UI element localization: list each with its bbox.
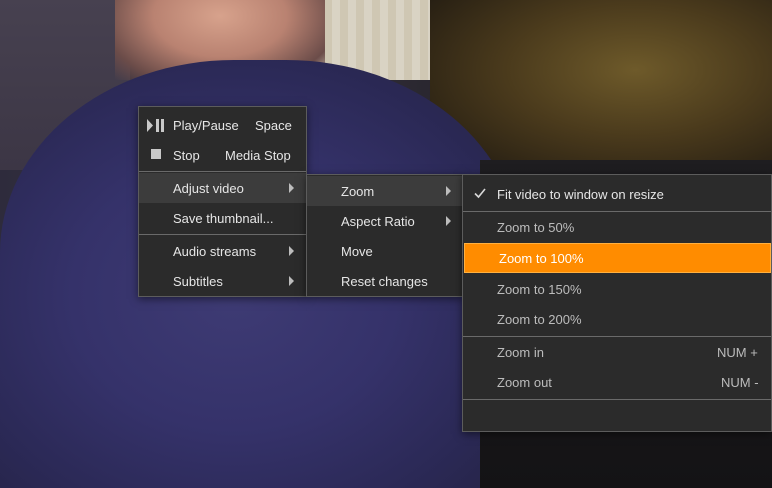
- menu-item-zoom-out[interactable]: Zoom out NUM -: [463, 367, 771, 397]
- menu-item-shortcut: NUM +: [717, 344, 758, 360]
- menu-item-reset-changes[interactable]: Reset changes: [307, 266, 462, 296]
- stop-icon: [151, 149, 161, 159]
- menu-item-zoom-150[interactable]: Zoom to 150%: [463, 274, 771, 304]
- menu-item-zoom[interactable]: Zoom: [307, 176, 462, 206]
- menu-item-label: Zoom to 100%: [499, 250, 584, 266]
- menu-separator: [463, 399, 771, 400]
- menu-item-fit-video[interactable]: Fit video to window on resize: [463, 179, 771, 209]
- zoom-submenu: Fit video to window on resize Zoom to 50…: [462, 174, 772, 432]
- menu-item-label: Zoom to 200%: [497, 311, 582, 327]
- menu-item-zoom-100[interactable]: Zoom to 100%: [464, 243, 771, 273]
- menu-item-label: Zoom in: [497, 344, 544, 360]
- menu-item-save-thumbnail[interactable]: Save thumbnail...: [139, 203, 306, 233]
- menu-item-subtitles[interactable]: Subtitles: [139, 266, 306, 296]
- menu-item-label: Audio streams: [173, 243, 257, 259]
- menu-item-adjust-video[interactable]: Adjust video: [139, 173, 306, 203]
- menu-item-shortcut: Space: [255, 117, 292, 133]
- chevron-right-icon: [289, 246, 294, 256]
- menu-item-play-pause[interactable]: Play/Pause Space: [139, 110, 306, 140]
- menu-item-zoom-50[interactable]: Zoom to 50%: [463, 212, 771, 242]
- menu-item-label: Zoom to 150%: [497, 281, 582, 297]
- menu-item-label: Save thumbnail...: [173, 210, 274, 226]
- checkmark-icon: [474, 188, 486, 199]
- menu-item-shortcut: Media Stop: [225, 147, 291, 163]
- menu-item-label: Fit video to window on resize: [497, 186, 664, 202]
- menu-item-zoom-200[interactable]: Zoom to 200%: [463, 304, 771, 334]
- menu-item-label: Aspect Ratio: [341, 213, 415, 229]
- chevron-right-icon: [446, 186, 451, 196]
- menu-item-label: Stop: [173, 147, 200, 163]
- menu-item-label: Play/Pause: [173, 117, 239, 133]
- menu-item-stop[interactable]: Stop Media Stop: [139, 140, 306, 170]
- menu-item-label: Zoom out: [497, 374, 552, 390]
- menu-item-shortcut: NUM -: [721, 374, 759, 390]
- adjust-video-submenu: Zoom Aspect Ratio Move Reset changes: [306, 174, 463, 297]
- menu-item-move[interactable]: Move: [307, 236, 462, 266]
- menu-item-audio-streams[interactable]: Audio streams: [139, 236, 306, 266]
- menu-separator: [139, 171, 306, 172]
- chevron-right-icon: [289, 183, 294, 193]
- menu-item-label: Zoom: [341, 183, 375, 199]
- menu-item-label: Adjust video: [173, 180, 244, 196]
- menu-item-label: Reset changes: [341, 273, 428, 289]
- menu-item-label: Move: [341, 243, 373, 259]
- menu-item-label: Subtitles: [173, 273, 223, 289]
- context-menu: Play/Pause Space Stop Media Stop Adjust …: [138, 106, 307, 297]
- chevron-right-icon: [289, 276, 294, 286]
- play-pause-icon: [147, 119, 164, 132]
- menu-item-aspect-ratio[interactable]: Aspect Ratio: [307, 206, 462, 236]
- chevron-right-icon: [446, 216, 451, 226]
- menu-item-zoom-in[interactable]: Zoom in NUM +: [463, 337, 771, 367]
- menu-separator: [139, 234, 306, 235]
- menu-item-label: Zoom to 50%: [497, 219, 575, 235]
